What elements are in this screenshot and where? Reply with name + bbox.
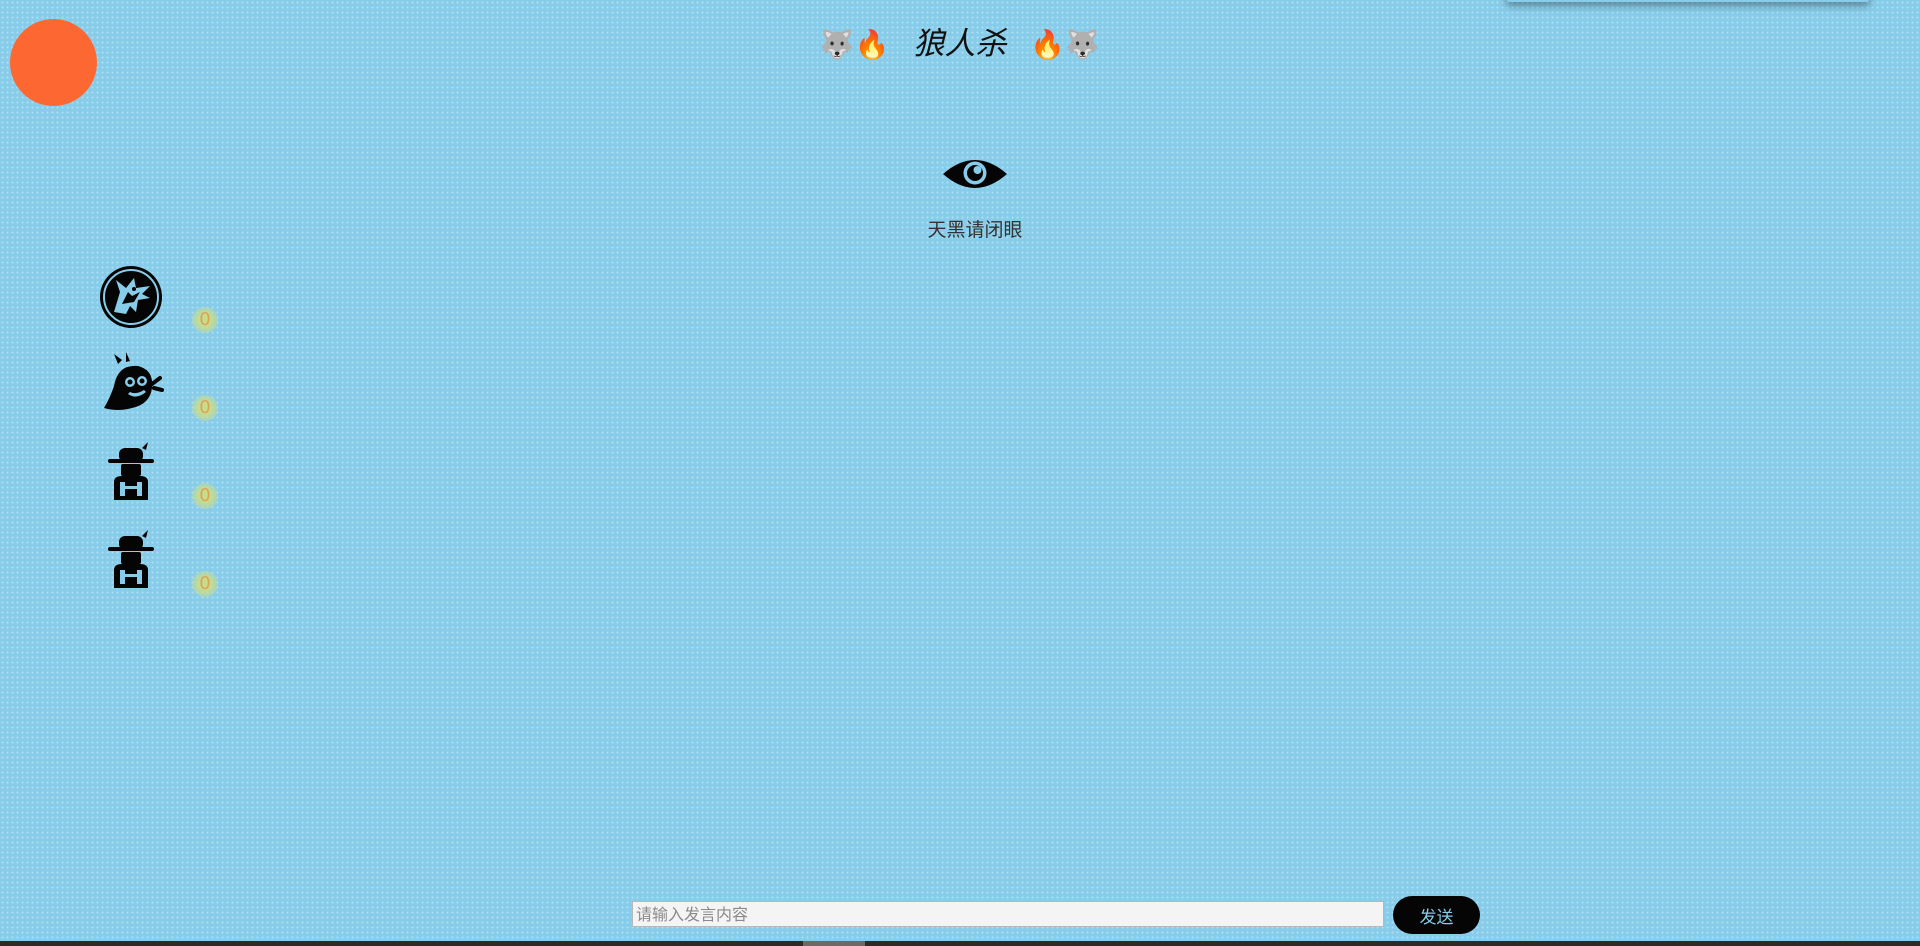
wolf-fire-emoji-right: 🔥🐺 (1030, 28, 1101, 61)
scrollbar-thumb[interactable] (803, 941, 865, 946)
vote-count-badge: 0 (192, 307, 218, 333)
chat-input[interactable] (632, 901, 1384, 927)
chat-bar: 发送 (632, 896, 1482, 934)
farmer-icon (96, 526, 166, 596)
horizontal-scrollbar[interactable] (0, 941, 1920, 946)
ghost-icon (96, 350, 166, 420)
game-title: 狼人杀 (913, 26, 1007, 62)
page-title: 🐺🔥 狼人杀 🔥🐺 (0, 22, 1920, 67)
eye-icon (942, 154, 1008, 194)
vote-count-badge: 0 (192, 483, 218, 509)
werewolf-icon (96, 262, 166, 332)
vote-count-badge: 0 (192, 571, 218, 597)
player-row[interactable]: 0 (96, 262, 236, 350)
farmer-icon (96, 438, 166, 508)
vote-count-badge: 0 (192, 395, 218, 421)
player-row[interactable]: 0 (96, 438, 236, 526)
send-button[interactable]: 发送 (1393, 896, 1480, 934)
phase-text: 天黑请闭眼 (927, 219, 1023, 241)
wolf-fire-emoji-left: 🐺🔥 (819, 28, 890, 61)
player-list: 0 0 0 0 (96, 262, 236, 614)
player-row[interactable]: 0 (96, 526, 236, 614)
player-row[interactable]: 0 (96, 350, 236, 438)
top-panel-edge (1506, 0, 1870, 2)
